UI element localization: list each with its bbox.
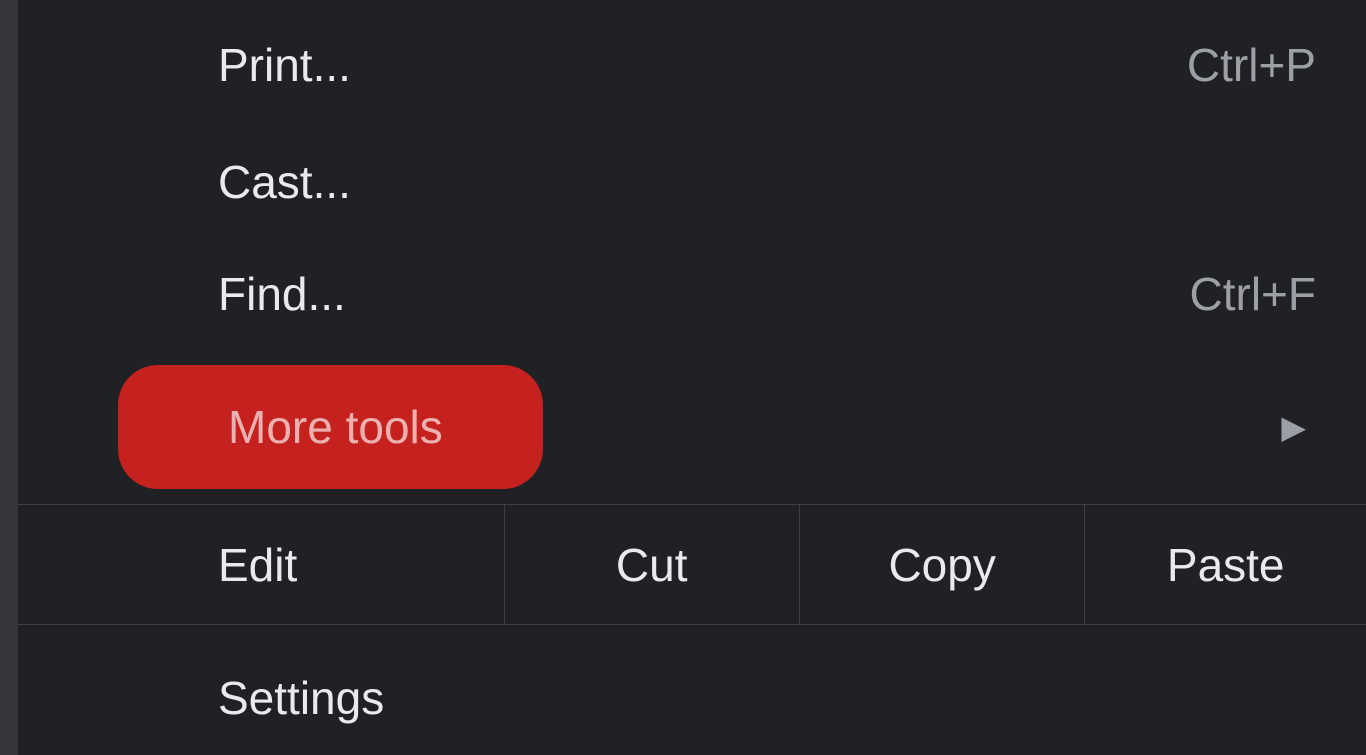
menu-item-cast[interactable]: Cast...: [18, 125, 1366, 240]
menu-item-cast-label: Cast...: [218, 155, 351, 209]
context-menu: Print... Ctrl+P Cast... Find... Ctrl+F M…: [18, 0, 1366, 755]
menu-item-print[interactable]: Print... Ctrl+P: [18, 0, 1366, 125]
menu-item-find-label: Find...: [218, 267, 346, 321]
edit-paste-button[interactable]: Paste: [1084, 505, 1366, 624]
edit-copy-button[interactable]: Copy: [799, 505, 1085, 624]
more-tools-highlight: More tools: [118, 365, 543, 489]
menu-item-edit-label: Edit: [18, 505, 504, 624]
menu-item-more-tools[interactable]: More tools ▶: [18, 349, 1366, 503]
menu-item-settings-label: Settings: [218, 671, 384, 725]
menu-item-print-shortcut: Ctrl+P: [1187, 38, 1316, 92]
menu-item-find[interactable]: Find... Ctrl+F: [18, 239, 1366, 349]
submenu-arrow-icon: ▶: [1281, 408, 1306, 446]
menu-item-print-label: Print...: [218, 38, 351, 92]
menu-item-find-shortcut: Ctrl+F: [1190, 267, 1317, 321]
menu-item-settings[interactable]: Settings: [18, 625, 1366, 755]
menu-item-more-tools-label: More tools: [228, 401, 443, 453]
menu-item-edit-row: Edit Cut Copy Paste: [18, 505, 1366, 624]
edit-cut-button[interactable]: Cut: [504, 505, 799, 624]
